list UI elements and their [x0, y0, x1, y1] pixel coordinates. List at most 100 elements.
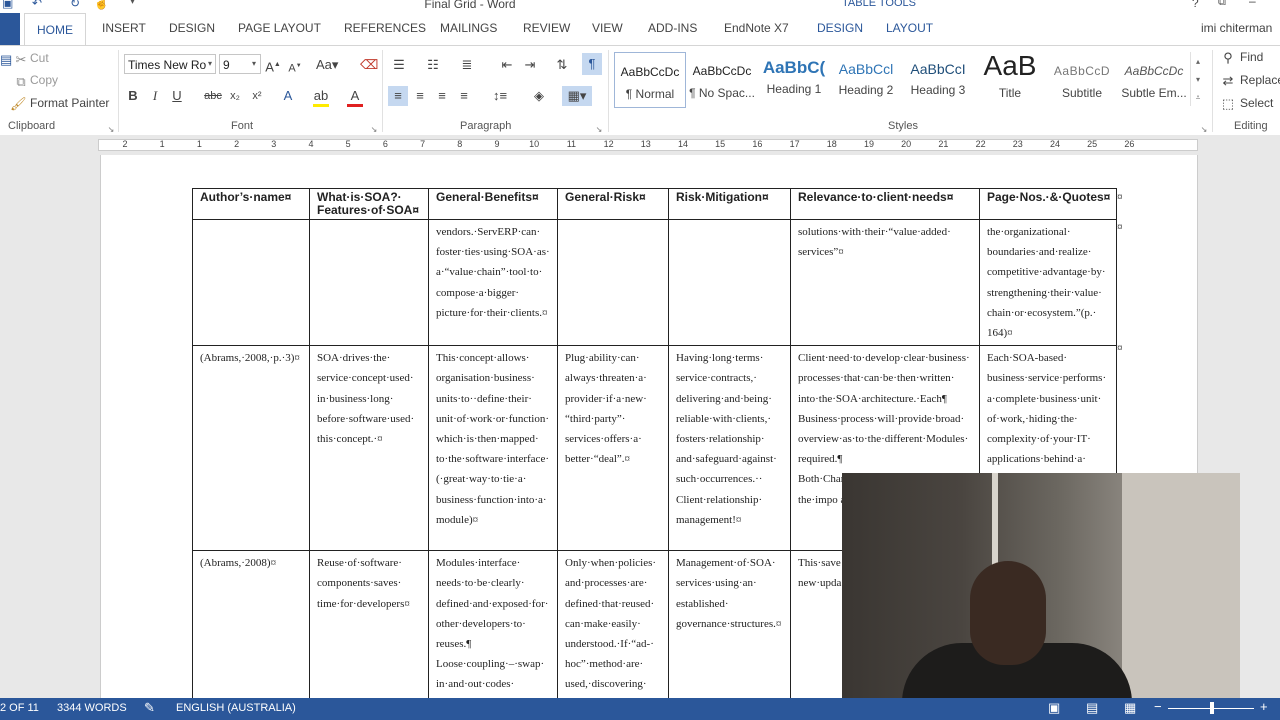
superscript-icon[interactable]: x² — [249, 88, 265, 104]
format-painter-icon[interactable]: 🖌 — [10, 96, 27, 112]
ribbon-display-icon[interactable]: ⧉ — [1218, 0, 1226, 9]
numbering-icon[interactable]: ☷ — [424, 57, 442, 73]
header-page-quotes[interactable]: Page·Nos.·&·Quotes¤ — [979, 188, 1117, 220]
header-author[interactable]: Author’s·name¤ — [192, 188, 310, 220]
tab-table-layout[interactable]: LAYOUT — [886, 21, 933, 35]
copy-button[interactable]: Copy — [30, 73, 58, 87]
minimize-icon[interactable]: ‒ — [1249, 0, 1256, 8]
font-color-icon[interactable]: A — [347, 88, 363, 107]
subscript-icon[interactable]: x₂ — [227, 88, 243, 104]
italic-icon[interactable]: I — [148, 88, 162, 104]
shading-icon[interactable]: ◈ — [530, 88, 548, 104]
line-spacing-icon[interactable]: ↕≡ — [488, 88, 512, 104]
user-name[interactable]: imi chiterman — [1201, 21, 1272, 35]
table-cell[interactable] — [309, 218, 429, 347]
multilevel-list-icon[interactable]: ≣ — [458, 57, 476, 73]
tab-insert[interactable]: INSERT — [102, 21, 146, 35]
table-cell[interactable]: Plug·ability·can· always·threaten·a· pro… — [557, 345, 669, 552]
style-subtitle[interactable]: AaBbCcD Subtitle — [1047, 52, 1117, 106]
table-cell[interactable]: SOA·drives·the· service·concept·used· in… — [309, 345, 429, 552]
tab-view[interactable]: VIEW — [592, 21, 623, 35]
scroll-down-icon[interactable]: ▾ — [1193, 72, 1203, 88]
style-subtle-emphasis[interactable]: AaBbCcDc Subtle Em... — [1119, 52, 1189, 106]
format-painter-button[interactable]: Format Painter — [30, 96, 109, 110]
strikethrough-icon[interactable]: abc — [204, 88, 222, 104]
table-cell[interactable]: Reuse·of·software· components·saves· tim… — [309, 550, 429, 718]
table-cell[interactable]: Having·long·terms· service·contracts,· d… — [668, 345, 791, 552]
align-left-icon[interactable]: ≡ — [388, 86, 408, 106]
table-cell[interactable] — [192, 218, 310, 347]
select-button[interactable]: Select — [1240, 96, 1273, 110]
align-center-icon[interactable]: ≡ — [411, 88, 429, 104]
tab-mailings[interactable]: MAILINGS — [440, 21, 497, 35]
text-effects-icon[interactable]: A — [280, 88, 296, 104]
change-case-icon[interactable]: Aa▾ — [316, 57, 338, 73]
header-risk-mitigation[interactable]: Risk·Mitigation¤ — [668, 188, 791, 220]
show-hide-marks-icon[interactable]: ¶ — [582, 53, 602, 75]
header-general-benefits[interactable]: General·Benefits¤ — [428, 188, 558, 220]
copy-icon[interactable]: ⧉ — [14, 74, 28, 90]
proofing-icon[interactable]: ✎ — [144, 700, 155, 716]
borders-icon[interactable]: ▦▾ — [562, 86, 592, 106]
tab-references[interactable]: REFERENCES — [344, 21, 426, 35]
tab-home[interactable]: HOME — [24, 13, 86, 46]
style-title[interactable]: AaB Title — [975, 52, 1045, 106]
zoom-out-icon[interactable]: − — [1154, 699, 1162, 714]
bold-icon[interactable]: B — [126, 88, 140, 104]
replace-button[interactable]: Replace — [1240, 73, 1280, 87]
tab-add-ins[interactable]: ADD-INS — [648, 21, 697, 35]
bullets-icon[interactable]: ☰ — [390, 57, 408, 73]
web-layout-icon[interactable]: ▦ — [1124, 700, 1136, 716]
find-button[interactable]: Find — [1240, 50, 1263, 64]
table-cell[interactable]: the·organizational· boundaries·and·reali… — [979, 218, 1117, 347]
tab-review[interactable]: REVIEW — [523, 21, 570, 35]
increase-indent-icon[interactable]: ⇥ — [521, 57, 539, 73]
table-cell[interactable]: solutions·with·their·“value·added· servi… — [790, 218, 980, 347]
table-cell[interactable]: This·concept·allows· organisation·busine… — [428, 345, 558, 552]
decrease-indent-icon[interactable]: ⇤ — [498, 57, 516, 73]
table-cell[interactable]: Modules·interface· needs·to·be·clearly· … — [428, 550, 558, 718]
style-no-spacing[interactable]: AaBbCcDc ¶ No Spac... — [687, 52, 757, 106]
word-count[interactable]: 3344 WORDS — [57, 702, 127, 714]
tab-endnote[interactable]: EndNote X7 — [724, 21, 789, 35]
language-indicator[interactable]: ENGLISH (AUSTRALIA) — [176, 702, 296, 714]
tab-table-design[interactable]: DESIGN — [817, 21, 863, 35]
read-mode-icon[interactable]: ▣ — [1048, 700, 1060, 716]
table-cell[interactable]: vendors.·ServERP·can· foster·ties·using·… — [428, 218, 558, 347]
print-layout-icon[interactable]: ▤ — [1086, 700, 1098, 716]
style-normal[interactable]: AaBbCcDc ¶ Normal — [614, 52, 686, 108]
tab-design[interactable]: DESIGN — [169, 21, 215, 35]
header-what-is-soa[interactable]: What·is·SOA?· Features·of·SOA¤ — [309, 188, 429, 220]
help-icon[interactable]: ? — [1192, 0, 1199, 10]
replace-icon[interactable]: ⇄ — [1220, 73, 1236, 89]
justify-icon[interactable]: ≡ — [455, 88, 473, 104]
table-cell[interactable]: Only·when·policies· and·processes·are· d… — [557, 550, 669, 718]
paste-icon[interactable]: ▤ — [0, 52, 12, 68]
align-right-icon[interactable]: ≡ — [433, 88, 451, 104]
style-heading-1[interactable]: AaBbC( Heading 1 — [759, 52, 829, 106]
styles-gallery-scroll[interactable]: ▴ ▾ ⩡ — [1190, 52, 1206, 106]
table-cell[interactable] — [668, 218, 791, 347]
clear-formatting-icon[interactable]: ⌫ — [360, 57, 378, 73]
cut-button[interactable]: Cut — [30, 51, 49, 65]
find-icon[interactable]: ⚲ — [1220, 50, 1236, 66]
cut-icon[interactable]: ✂ — [14, 52, 28, 68]
style-heading-3[interactable]: AaBbCcI Heading 3 — [903, 52, 973, 106]
sort-icon[interactable]: ⇅ — [553, 57, 571, 73]
zoom-slider-thumb[interactable] — [1210, 702, 1214, 714]
select-icon[interactable]: ⬚ — [1220, 96, 1236, 112]
more-styles-icon[interactable]: ⩡ — [1193, 90, 1203, 106]
shrink-font-icon[interactable]: A▼ — [288, 58, 302, 77]
scroll-up-icon[interactable]: ▴ — [1193, 54, 1203, 70]
page-indicator[interactable]: 2 OF 11 — [0, 702, 39, 714]
table-cell[interactable]: (Abrams,·2008)¤ — [192, 550, 310, 718]
table-cell[interactable]: (Abrams,·2008,·p.·3)¤ — [192, 345, 310, 552]
underline-icon[interactable]: U — [170, 88, 184, 104]
style-heading-2[interactable]: AaBbCcl Heading 2 — [831, 52, 901, 106]
table-cell[interactable]: Management·of·SOA· services·using·an· es… — [668, 550, 791, 718]
grow-font-icon[interactable]: A▲ — [265, 57, 281, 75]
font-name-dropdown-icon[interactable]: ▾ — [205, 56, 215, 72]
horizontal-ruler[interactable]: 2 1 1 2 3 4 5 6 7 8 9 10 11 12 13 14 15 16 17 18 19 20 21 22 23 2… — [98, 139, 1198, 151]
file-tab[interactable] — [0, 13, 20, 45]
header-relevance[interactable]: Relevance·to·client·needs¤ — [790, 188, 980, 220]
